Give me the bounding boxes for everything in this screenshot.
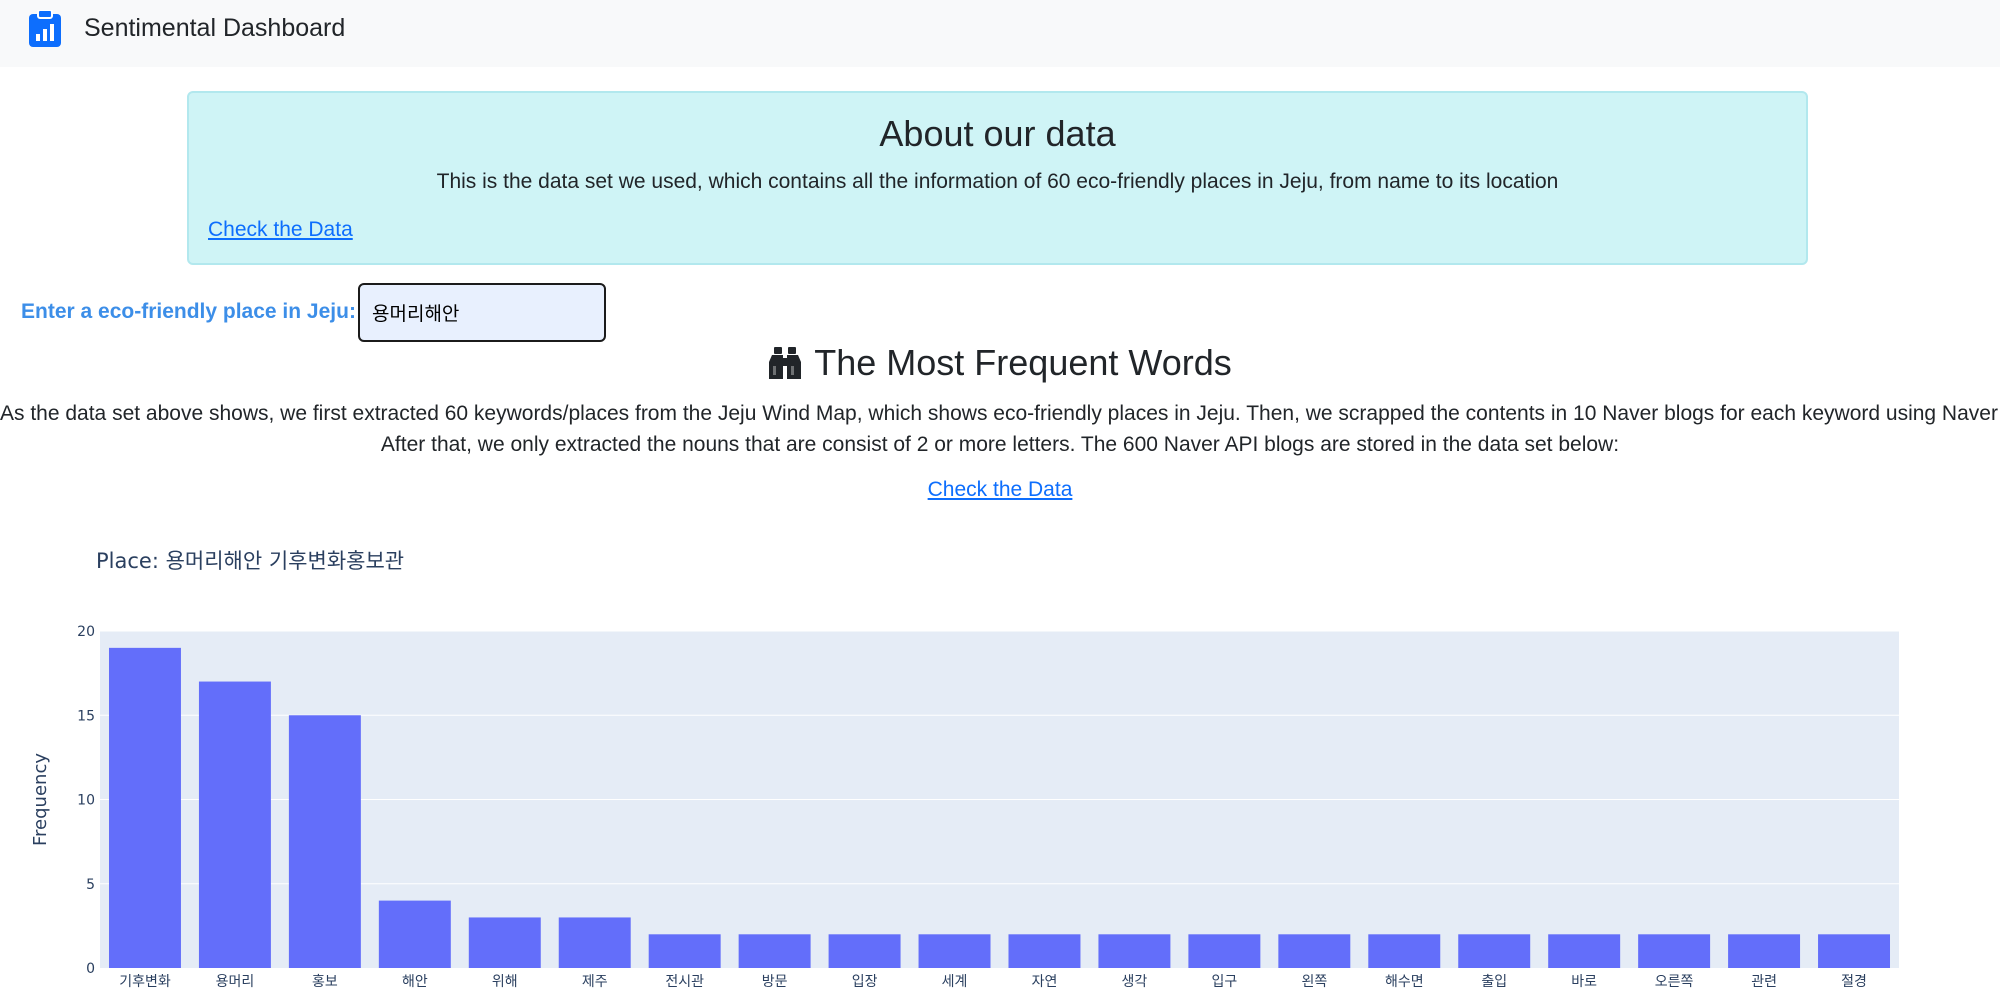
binoculars-icon (769, 347, 802, 379)
check-data-link-container: Check the Data (0, 478, 2000, 502)
about-heading: About our data (879, 113, 1116, 154)
bar[interactable] (1818, 934, 1891, 968)
x-tick-label: 용머리 (216, 974, 255, 990)
bar[interactable] (468, 917, 541, 968)
bar[interactable] (1728, 934, 1801, 968)
x-tick-label: 제주 (582, 974, 608, 990)
bar[interactable] (108, 647, 181, 968)
x-tick-label: 입장 (852, 974, 878, 990)
bar[interactable] (198, 681, 271, 968)
x-tick-label: 오른쪽 (1655, 974, 1694, 990)
bar[interactable] (1368, 934, 1441, 968)
app-title[interactable]: Sentimental Dashboard (84, 14, 345, 43)
navbar: Sentimental Dashboard (0, 0, 2000, 67)
check-data-link[interactable]: Check the Data (208, 218, 353, 242)
bar[interactable] (378, 900, 451, 968)
place-input[interactable] (358, 283, 606, 342)
x-tick-label: 생각 (1122, 974, 1148, 990)
section-heading: The Most Frequent Words (0, 342, 2000, 384)
about-description: This is the data set we used, which cont… (436, 170, 1559, 193)
x-tick-label: 해수면 (1385, 974, 1424, 990)
section-title: The Most Frequent Words (814, 342, 1232, 383)
y-tick-label: 20 (77, 624, 95, 640)
bar[interactable] (648, 934, 721, 968)
bar[interactable] (1278, 934, 1351, 968)
frequency-bar-chart: Place: 용머리해안 기후변화홍보관 0 5 10 15 20 기후변화 용머리 홍보 해… (30, 549, 1899, 990)
x-tick-label: 세계 (942, 974, 968, 990)
x-tick-label: 관련 (1751, 974, 1777, 990)
bar[interactable] (1548, 934, 1621, 968)
x-tick-label: 왼쪽 (1301, 974, 1327, 990)
y-tick-label: 0 (86, 961, 95, 977)
bar[interactable] (1638, 934, 1711, 968)
section-description: As the data set above shows, we first ex… (0, 398, 2000, 460)
chart-title: Place: 용머리해안 기후변화홍보관 (96, 549, 404, 573)
bar[interactable] (1188, 934, 1261, 968)
bar[interactable] (558, 917, 631, 968)
y-axis-title: Frequency (30, 753, 51, 846)
description-line-1: As the data set above shows, we first ex… (0, 402, 2000, 425)
check-data-link-2[interactable]: Check the Data (928, 478, 1073, 501)
bar[interactable] (738, 934, 811, 968)
x-tick-label: 입구 (1211, 974, 1237, 990)
x-tick-label: 홍보 (312, 974, 338, 990)
about-data-alert: About our data This is the data set we u… (187, 91, 1808, 265)
x-tick-label: 방문 (762, 974, 788, 990)
x-tick-label: 기후변화 (119, 974, 171, 990)
y-tick-label: 15 (77, 708, 95, 724)
x-tick-label: 전시관 (665, 974, 704, 990)
clipboard-chart-icon[interactable] (28, 10, 62, 48)
bar[interactable] (918, 934, 991, 968)
x-tick-label: 위해 (492, 974, 518, 990)
bar[interactable] (1098, 934, 1171, 968)
y-tick-label: 10 (77, 793, 95, 809)
place-input-label: Enter a eco-friendly place in Jeju: (21, 300, 356, 323)
x-tick-label: 출입 (1481, 974, 1507, 990)
x-tick-label: 절경 (1841, 974, 1867, 990)
bar[interactable] (1458, 934, 1531, 968)
x-tick-label: 바로 (1571, 974, 1597, 990)
bar[interactable] (1008, 934, 1081, 968)
x-tick-label: 해안 (402, 974, 428, 990)
description-line-2: After that, we only extracted the nouns … (380, 433, 1620, 456)
x-tick-label: 자연 (1032, 974, 1058, 990)
y-tick-label: 5 (86, 877, 95, 893)
bar[interactable] (828, 934, 901, 968)
bar[interactable] (288, 715, 361, 968)
